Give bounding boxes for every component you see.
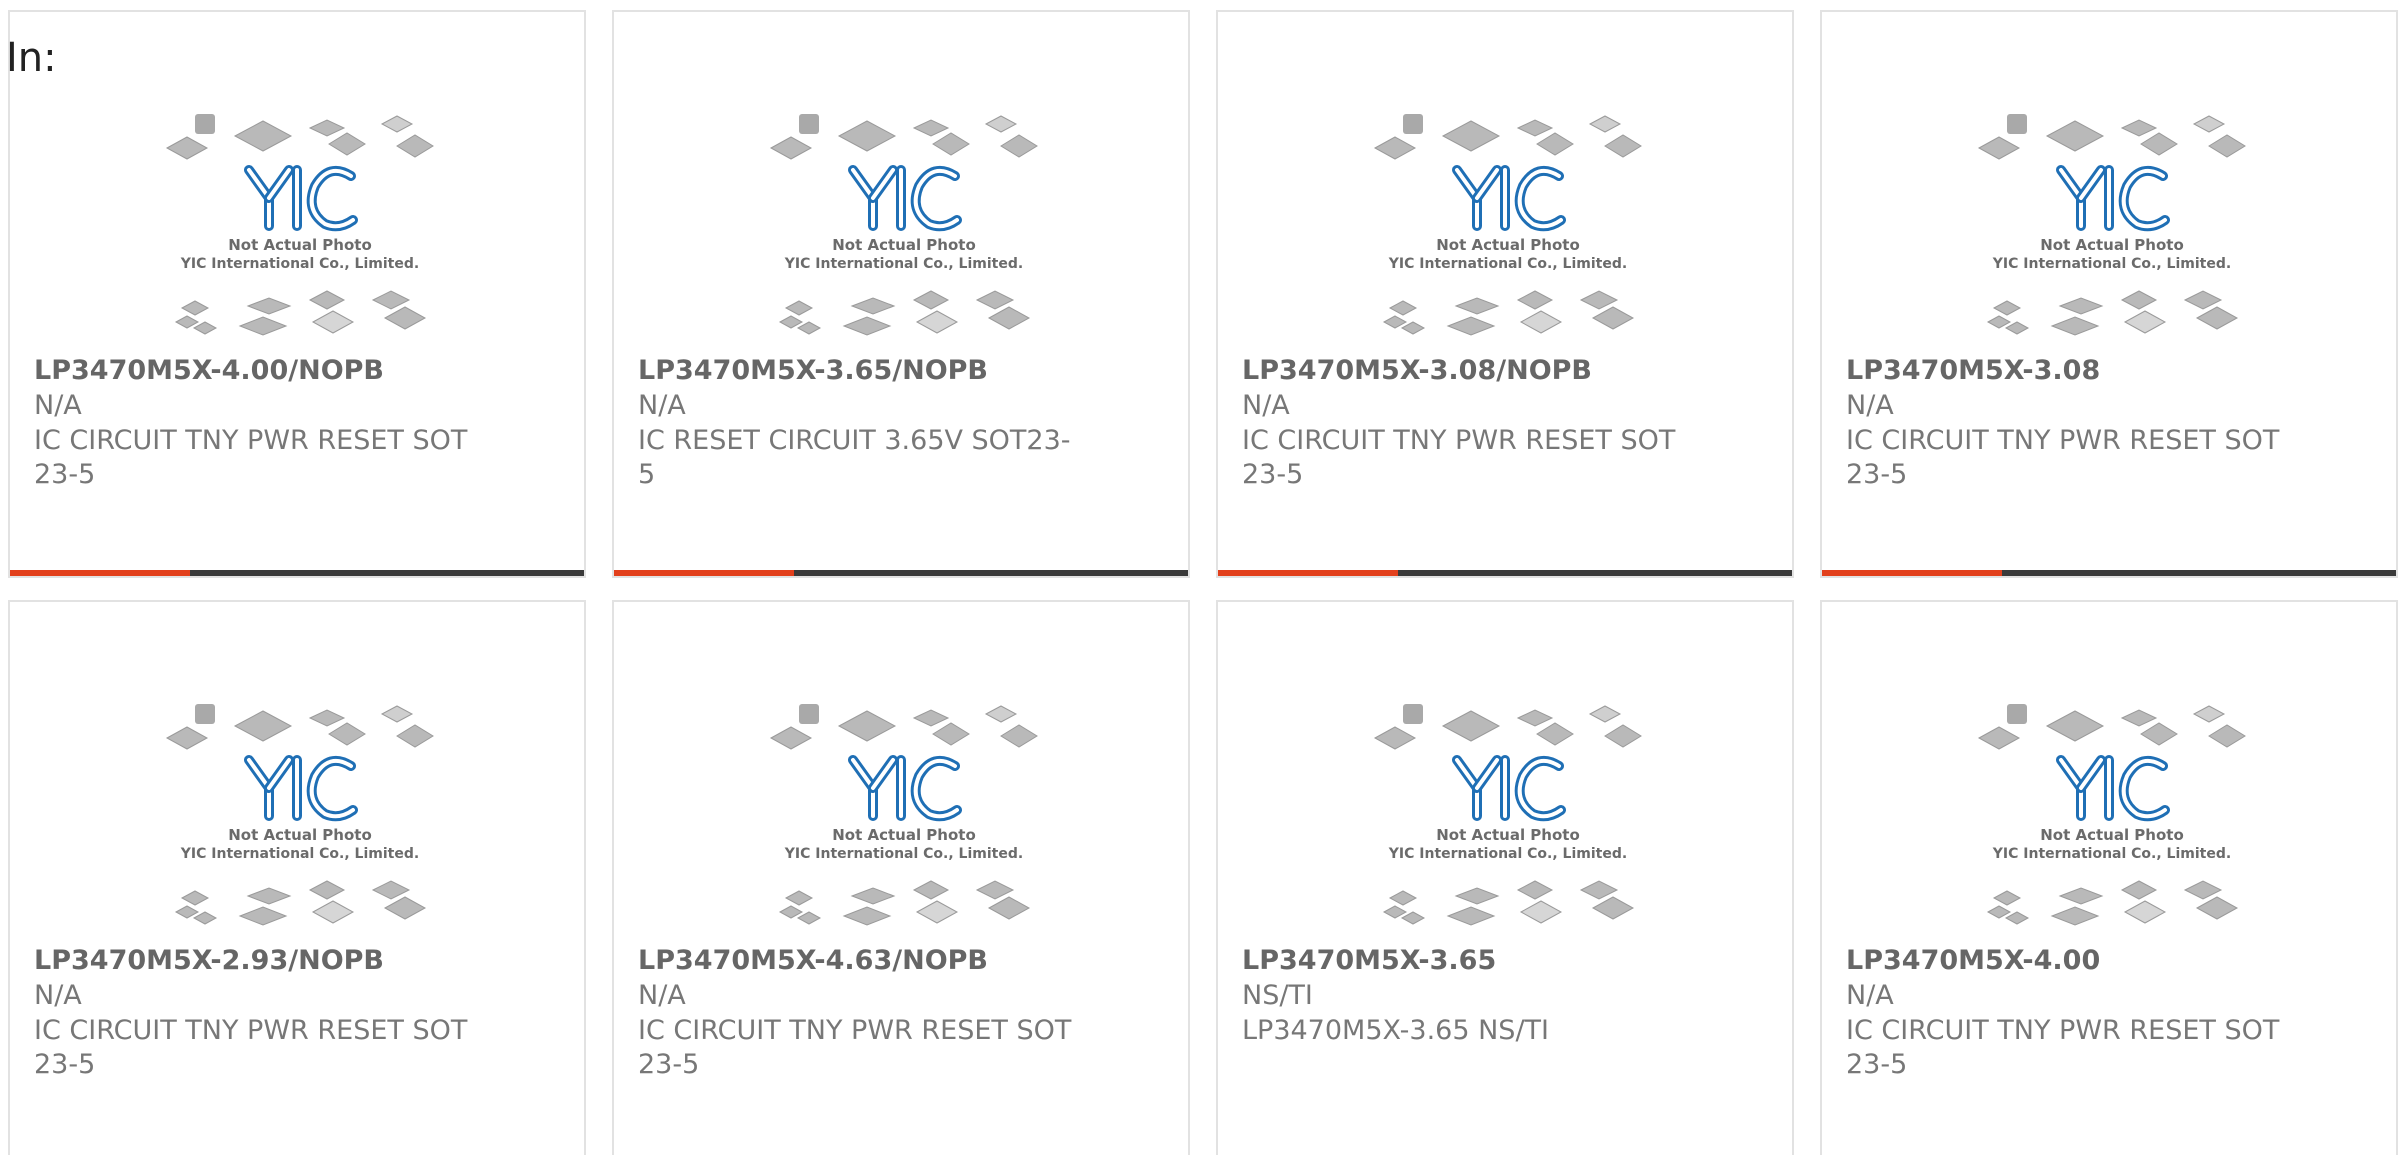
description: IC RESET CIRCUIT 3.65V SOT23-5 — [638, 425, 1071, 490]
page: In: Not Actual Photo YIC International Co… — [0, 0, 2400, 1155]
manufacturer: N/A — [638, 390, 686, 421]
card-bottom-bar — [1218, 570, 1792, 576]
manufacturer: N/A — [1846, 390, 1894, 421]
product-card[interactable]: Not Actual Photo YIC International Co., L… — [8, 600, 586, 1155]
manufacturer: N/A — [34, 390, 82, 421]
product-photo[interactable]: Not Actual Photo YIC International Co., L… — [165, 100, 435, 350]
photo-caption-line1: Not Actual Photo — [1436, 826, 1580, 844]
photo-caption-line1: Not Actual Photo — [228, 826, 372, 844]
description: IC CIRCUIT TNY PWR RESET SOT23-5 — [34, 1015, 468, 1080]
product-photo[interactable]: Not Actual Photo YIC International Co., L… — [769, 100, 1039, 350]
part-number-link[interactable]: LP3470M5X-4.00 — [1846, 945, 2100, 976]
part-number-link[interactable]: LP3470M5X-3.08/NOPB — [1242, 355, 1592, 386]
not-actual-photo-graphic: Not Actual Photo YIC International Co., L… — [165, 114, 434, 336]
card-bottom-bar — [1822, 570, 2396, 576]
yic-logo-icon — [848, 165, 962, 232]
product-photo[interactable]: Not Actual Photo YIC International Co., L… — [1373, 690, 1643, 940]
description: IC CIRCUIT TNY PWR RESET SOT23-5 — [1846, 425, 2280, 490]
photo-caption-line2: YIC International Co., Limited. — [784, 256, 1023, 272]
part-number-link[interactable]: LP3470M5X-2.93/NOPB — [34, 945, 384, 976]
part-number-link[interactable]: LP3470M5X-3.08 — [1846, 355, 2100, 386]
yic-logo-icon — [1452, 165, 1566, 232]
accent-stripe — [1822, 570, 2002, 576]
description: IC CIRCUIT TNY PWR RESET SOT23-5 — [1846, 1015, 2280, 1080]
not-actual-photo-graphic: Not Actual Photo YIC International Co., L… — [1977, 114, 2246, 336]
product-card[interactable]: Not Actual Photo YIC International Co., L… — [1216, 10, 1794, 578]
filter-in-label: In: — [6, 35, 57, 81]
photo-caption-line2: YIC International Co., Limited. — [1992, 846, 2231, 862]
photo-caption-line2: YIC International Co., Limited. — [1992, 256, 2231, 272]
manufacturer: NS/TI — [1242, 980, 1313, 1011]
photo-caption-line1: Not Actual Photo — [228, 236, 372, 254]
product-photo[interactable]: Not Actual Photo YIC International Co., L… — [1373, 100, 1643, 350]
photo-caption-line1: Not Actual Photo — [2040, 236, 2184, 254]
product-card[interactable]: Not Actual Photo YIC International Co., L… — [612, 600, 1190, 1155]
yic-logo-icon — [848, 755, 962, 822]
photo-caption-line2: YIC International Co., Limited. — [180, 846, 419, 862]
not-actual-photo-graphic: Not Actual Photo YIC International Co., L… — [769, 704, 1038, 926]
manufacturer: N/A — [1242, 390, 1290, 421]
yic-logo-icon — [2056, 755, 2170, 822]
yic-logo-icon — [244, 755, 358, 822]
not-actual-photo-graphic: Not Actual Photo YIC International Co., L… — [1373, 704, 1642, 926]
not-actual-photo-graphic: Not Actual Photo YIC International Co., L… — [1977, 704, 2246, 926]
part-number-link[interactable]: LP3470M5X-3.65/NOPB — [638, 355, 988, 386]
photo-caption-line2: YIC International Co., Limited. — [1388, 256, 1627, 272]
photo-caption-line1: Not Actual Photo — [832, 236, 976, 254]
part-number-link[interactable]: LP3470M5X-4.63/NOPB — [638, 945, 988, 976]
photo-caption-line2: YIC International Co., Limited. — [1388, 846, 1627, 862]
accent-stripe — [10, 570, 190, 576]
photo-caption-line2: YIC International Co., Limited. — [784, 846, 1023, 862]
card-bottom-bar — [614, 570, 1188, 576]
manufacturer: N/A — [638, 980, 686, 1011]
not-actual-photo-graphic: Not Actual Photo YIC International Co., L… — [769, 114, 1038, 336]
not-actual-photo-graphic: Not Actual Photo YIC International Co., L… — [165, 704, 434, 926]
product-photo[interactable]: Not Actual Photo YIC International Co., L… — [769, 690, 1039, 940]
product-card[interactable]: Not Actual Photo YIC International Co., L… — [1216, 600, 1794, 1155]
product-photo[interactable]: Not Actual Photo YIC International Co., L… — [1977, 100, 2247, 350]
photo-caption-line1: Not Actual Photo — [1436, 236, 1580, 254]
card-bottom-bar — [10, 570, 584, 576]
photo-caption-line1: Not Actual Photo — [2040, 826, 2184, 844]
description: LP3470M5X-3.65 NS/TI — [1242, 1015, 1549, 1046]
photo-caption-line1: Not Actual Photo — [832, 826, 976, 844]
product-photo[interactable]: Not Actual Photo YIC International Co., L… — [165, 690, 435, 940]
accent-stripe — [614, 570, 794, 576]
part-number-link[interactable]: LP3470M5X-3.65 — [1242, 945, 1496, 976]
description: IC CIRCUIT TNY PWR RESET SOT23-5 — [34, 425, 468, 490]
yic-logo-icon — [2056, 165, 2170, 232]
product-card[interactable]: Not Actual Photo YIC International Co., L… — [1820, 600, 2398, 1155]
manufacturer: N/A — [34, 980, 82, 1011]
product-card[interactable]: Not Actual Photo YIC International Co., L… — [612, 10, 1190, 578]
description: IC CIRCUIT TNY PWR RESET SOT23-5 — [638, 1015, 1072, 1080]
description: IC CIRCUIT TNY PWR RESET SOT23-5 — [1242, 425, 1676, 490]
product-photo[interactable]: Not Actual Photo YIC International Co., L… — [1977, 690, 2247, 940]
product-card[interactable]: Not Actual Photo YIC International Co., L… — [1820, 10, 2398, 578]
product-card[interactable]: Not Actual Photo YIC International Co., L… — [8, 10, 586, 578]
yic-logo-icon — [244, 165, 358, 232]
manufacturer: N/A — [1846, 980, 1894, 1011]
not-actual-photo-graphic: Not Actual Photo YIC International Co., L… — [1373, 114, 1642, 336]
part-number-link[interactable]: LP3470M5X-4.00/NOPB — [34, 355, 384, 386]
photo-caption-line2: YIC International Co., Limited. — [180, 256, 419, 272]
yic-logo-icon — [1452, 755, 1566, 822]
accent-stripe — [1218, 570, 1398, 576]
